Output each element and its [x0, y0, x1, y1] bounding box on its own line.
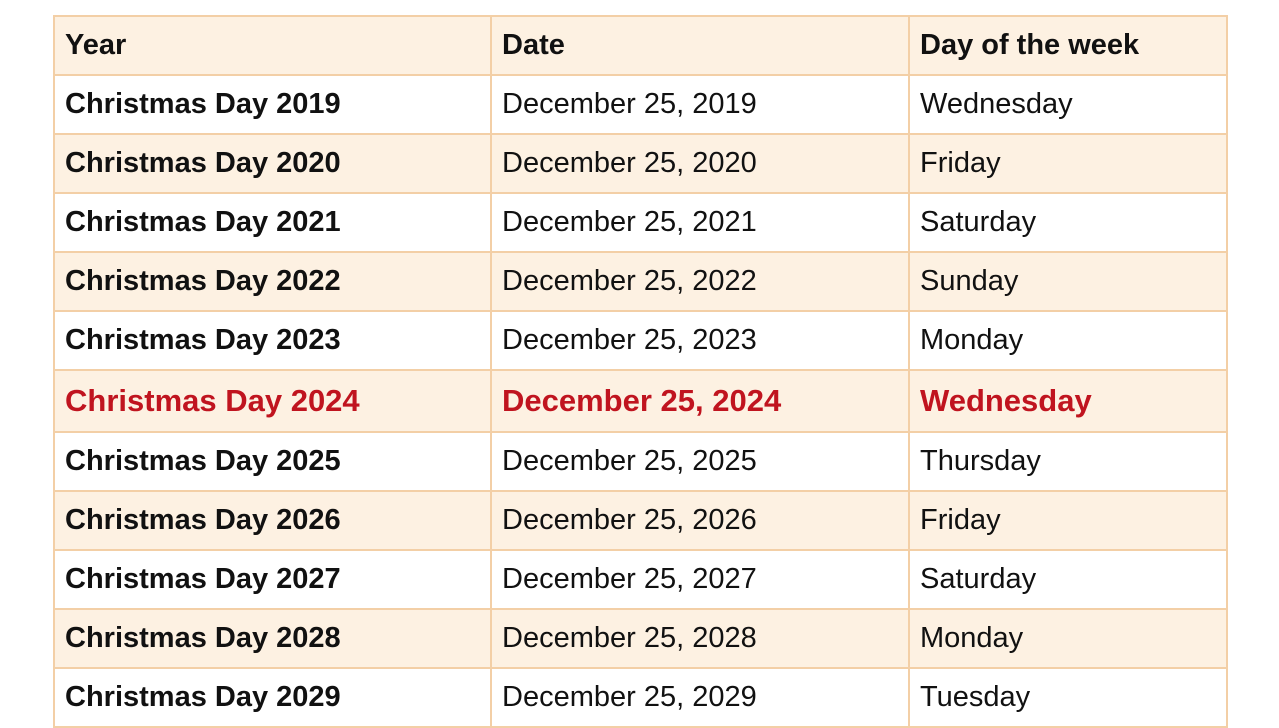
day-cell: Thursday	[908, 431, 1228, 492]
date-cell: December 25, 2027	[490, 549, 910, 610]
date-cell: December 25, 2024	[490, 369, 910, 433]
table-row: Christmas Day 2021 December 25, 2021 Satur…	[53, 192, 1228, 253]
date-cell: December 25, 2029	[490, 667, 910, 728]
year-cell: Christmas Day 2021	[53, 192, 492, 253]
table-row-highlighted: Christmas Day 2024 December 25, 2024 Wedne…	[53, 369, 1228, 433]
year-cell: Christmas Day 2027	[53, 549, 492, 610]
year-cell: Christmas Day 2020	[53, 133, 492, 194]
day-cell: Friday	[908, 133, 1228, 194]
year-cell: Christmas Day 2024	[53, 369, 492, 433]
day-cell: Friday	[908, 490, 1228, 551]
header-day-of-week: Day of the week	[908, 15, 1228, 76]
day-cell: Tuesday	[908, 667, 1228, 728]
table-row: Christmas Day 2028 December 25, 2028 Monda…	[53, 608, 1228, 669]
header-row: Year Date Day of the week	[53, 15, 1228, 76]
year-cell: Christmas Day 2028	[53, 608, 492, 669]
date-cell: December 25, 2025	[490, 431, 910, 492]
table-row: Christmas Day 2026 December 25, 2026 Frida…	[53, 490, 1228, 551]
header-date: Date	[490, 15, 910, 76]
table-row: Christmas Day 2022 December 25, 2022 Sunda…	[53, 251, 1228, 312]
date-cell: December 25, 2028	[490, 608, 910, 669]
year-cell: Christmas Day 2022	[53, 251, 492, 312]
year-cell: Christmas Day 2026	[53, 490, 492, 551]
table-row: Christmas Day 2019 December 25, 2019 Wedne…	[53, 74, 1228, 135]
day-cell: Monday	[908, 310, 1228, 371]
christmas-dates-table: Year Date Day of the week Christmas Day …	[53, 15, 1228, 728]
year-cell: Christmas Day 2023	[53, 310, 492, 371]
table-row: Christmas Day 2020 December 25, 2020 Frida…	[53, 133, 1228, 194]
header-year: Year	[53, 15, 492, 76]
date-cell: December 25, 2020	[490, 133, 910, 194]
date-cell: December 25, 2022	[490, 251, 910, 312]
date-cell: December 25, 2026	[490, 490, 910, 551]
day-cell: Wednesday	[908, 74, 1228, 135]
year-cell: Christmas Day 2025	[53, 431, 492, 492]
day-cell: Saturday	[908, 192, 1228, 253]
day-cell: Sunday	[908, 251, 1228, 312]
date-cell: December 25, 2019	[490, 74, 910, 135]
table-row: Christmas Day 2029 December 25, 2029 Tuesd…	[53, 667, 1228, 728]
day-cell: Monday	[908, 608, 1228, 669]
date-cell: December 25, 2023	[490, 310, 910, 371]
date-cell: December 25, 2021	[490, 192, 910, 253]
day-cell: Wednesday	[908, 369, 1228, 433]
day-cell: Saturday	[908, 549, 1228, 610]
table-row: Christmas Day 2023 December 25, 2023 Monda…	[53, 310, 1228, 371]
year-cell: Christmas Day 2029	[53, 667, 492, 728]
year-cell: Christmas Day 2019	[53, 74, 492, 135]
table-row: Christmas Day 2025 December 25, 2025 Thurs…	[53, 431, 1228, 492]
table-row: Christmas Day 2027 December 25, 2027 Satur…	[53, 549, 1228, 610]
